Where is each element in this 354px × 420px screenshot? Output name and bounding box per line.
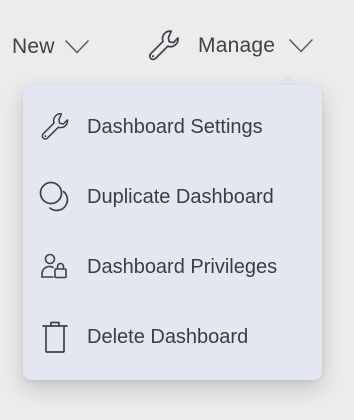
menu-item-duplicate-dashboard[interactable]: Duplicate Dashboard bbox=[23, 169, 322, 225]
trash-icon bbox=[37, 319, 73, 355]
chevron-down-icon bbox=[64, 40, 89, 54]
wrench-icon bbox=[37, 109, 73, 145]
wrench-icon bbox=[146, 28, 182, 64]
toolbar: New Manage bbox=[0, 0, 354, 84]
menu-item-dashboard-privileges[interactable]: Dashboard Privileges bbox=[23, 239, 322, 295]
new-label: New bbox=[12, 35, 55, 58]
duplicate-icon bbox=[37, 179, 73, 215]
chevron-down-icon bbox=[289, 39, 313, 53]
menu-item-dashboard-settings[interactable]: Dashboard Settings bbox=[23, 99, 322, 155]
menu-item-label: Dashboard Privileges bbox=[87, 255, 278, 278]
manage-dropdown-button[interactable]: Manage bbox=[146, 26, 313, 66]
menu-item-label: Delete Dashboard bbox=[87, 325, 249, 348]
manage-menu: Dashboard Settings Duplicate Dashboard D… bbox=[23, 85, 322, 380]
menu-item-label: Dashboard Settings bbox=[87, 115, 263, 138]
menu-item-delete-dashboard[interactable]: Delete Dashboard bbox=[23, 309, 322, 365]
menu-caret bbox=[278, 75, 298, 85]
new-dropdown-button[interactable]: New bbox=[12, 30, 89, 64]
user-lock-icon bbox=[37, 249, 73, 285]
manage-label: Manage bbox=[198, 34, 276, 57]
menu-item-label: Duplicate Dashboard bbox=[87, 185, 274, 208]
